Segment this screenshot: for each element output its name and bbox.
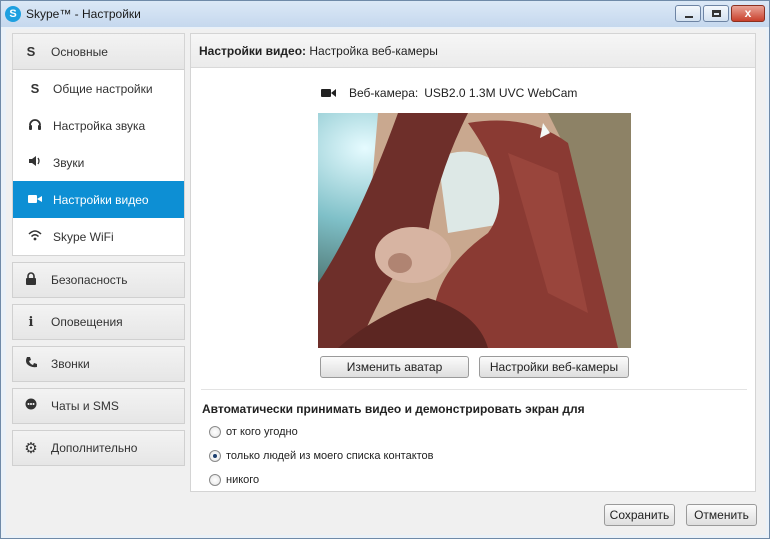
radio-option-anyone[interactable]: от кого угодно (209, 426, 298, 438)
sidebar-category-calls[interactable]: Звонки (12, 346, 185, 382)
lock-icon (23, 271, 39, 289)
radio-option-contacts-only[interactable]: только людей из моего списка контактов (209, 450, 434, 462)
sidebar-item-label: Звуки (53, 155, 85, 170)
radio-label: только людей из моего списка контактов (226, 450, 434, 462)
sidebar-category-label: Безопасность (51, 273, 128, 287)
minimize-icon (685, 16, 693, 18)
sidebar-category-label: Чаты и SMS (51, 399, 119, 413)
auto-accept-heading: Автоматически принимать видео и демонстр… (202, 402, 585, 416)
radio-button[interactable] (209, 426, 221, 438)
webcam-preview (318, 113, 631, 348)
sidebar-item-label: Общие настройки (53, 81, 153, 96)
sidebar-item-skype-wifi[interactable]: Skype WiFi (13, 218, 184, 255)
webcam-label: Веб-камера: (349, 86, 419, 100)
radio-button[interactable] (209, 474, 221, 486)
sidebar-category-label: Дополнительно (51, 441, 138, 455)
sidebar-category-label: Звонки (51, 357, 90, 371)
webcam-preview-image (318, 113, 631, 348)
panel-header: Настройки видео: Настройка веб-камеры (191, 34, 755, 68)
radio-label: никого (226, 474, 260, 486)
webcam-info-row: Веб-камера: USB2.0 1.3M UVC WebCam (321, 86, 577, 100)
cancel-button[interactable]: Отменить (686, 504, 757, 526)
settings-window: S Skype™ - Настройки x S Основные S Общи… (0, 0, 770, 539)
sidebar-item-general-settings[interactable]: S Общие настройки (13, 70, 184, 107)
save-button[interactable]: Сохранить (604, 504, 675, 526)
radio-option-nobody[interactable]: никого (209, 474, 259, 486)
headset-icon (27, 117, 43, 134)
skype-icon: S (26, 44, 36, 59)
panel-heading-section: Настройки видео: (199, 44, 307, 58)
sidebar-item-audio-settings[interactable]: Настройка звука (13, 107, 184, 144)
radio-button-selected[interactable] (209, 450, 221, 462)
sidebar-category-label: Оповещения (51, 315, 123, 329)
maximize-button[interactable] (703, 5, 729, 22)
sidebar-category-label: Основные (51, 44, 108, 59)
maximize-icon (712, 10, 721, 17)
main-settings-group: S Основные S Общие настройки Настройка з… (12, 33, 185, 256)
video-camera-icon (321, 88, 337, 98)
chat-icon (23, 398, 39, 414)
sidebar-category-security[interactable]: Безопасность (12, 262, 185, 298)
sidebar-item-label: Настройки видео (53, 192, 149, 207)
wifi-icon (27, 229, 43, 244)
sidebar-item-sounds[interactable]: Звуки (13, 144, 184, 181)
window-client-area: S Основные S Общие настройки Настройка з… (6, 29, 766, 535)
phone-icon (23, 356, 39, 372)
sidebar-category-chats-sms[interactable]: Чаты и SMS (12, 388, 185, 424)
window-title: Skype™ - Настройки (26, 7, 141, 21)
sidebar-item-label: Настройка звука (53, 118, 146, 133)
webcam-name: USB2.0 1.3M UVC WebCam (424, 86, 578, 100)
minimize-button[interactable] (675, 5, 701, 22)
radio-label: от кого угодно (226, 426, 298, 438)
info-icon: i (28, 314, 34, 330)
video-settings-panel: Настройки видео: Настройка веб-камеры Ве… (190, 33, 756, 492)
sidebar-item-label: Skype WiFi (53, 229, 114, 244)
section-divider (201, 389, 747, 390)
skype-logo-icon: S (5, 6, 21, 22)
sidebar-category-advanced[interactable]: ⚙ Дополнительно (12, 430, 185, 466)
title-bar[interactable]: S Skype™ - Настройки x (1, 1, 769, 27)
sidebar-category-general[interactable]: S Основные (13, 34, 184, 70)
settings-sidebar: S Основные S Общие настройки Настройка з… (12, 33, 185, 466)
webcam-settings-button[interactable]: Настройки веб-камеры (479, 356, 629, 378)
gear-icon: ⚙ (24, 440, 38, 457)
panel-heading-page: Настройка веб-камеры (306, 44, 438, 58)
speaker-icon (27, 155, 43, 170)
change-avatar-button[interactable]: Изменить аватар (320, 356, 469, 378)
sidebar-item-video-settings[interactable]: Настройки видео (13, 181, 184, 218)
close-button[interactable]: x (731, 5, 765, 22)
skype-icon: S (30, 81, 40, 96)
video-camera-icon (27, 192, 43, 207)
close-icon: x (744, 6, 752, 20)
sidebar-category-notifications[interactable]: i Оповещения (12, 304, 185, 340)
